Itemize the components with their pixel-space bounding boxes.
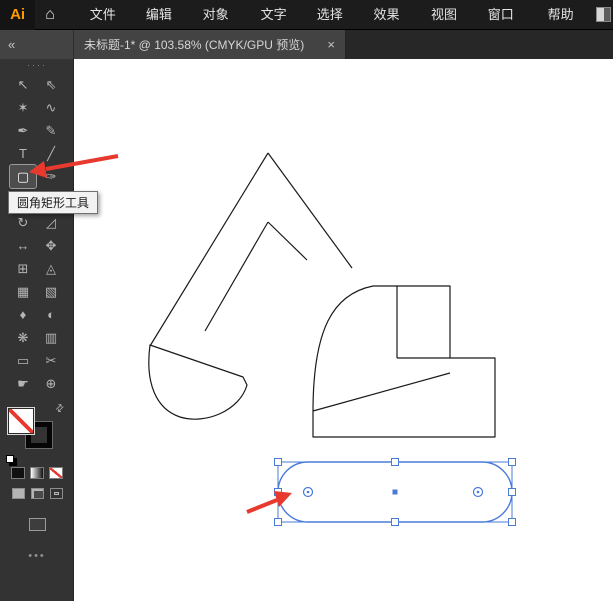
cab-body-outline (313, 286, 495, 437)
magic-wand-tool[interactable]: ✶ (10, 96, 36, 119)
collapse-panel-icon[interactable]: « (0, 30, 74, 59)
center-point[interactable] (393, 490, 398, 495)
workspace-switcher-icon[interactable] (596, 7, 611, 22)
color-button[interactable] (11, 467, 25, 479)
eyedropper-tool[interactable]: ♦ (10, 303, 36, 326)
handle-bottom-center[interactable] (392, 519, 399, 526)
slice-tool[interactable]: ✂ (38, 349, 64, 372)
tabbar: « 未标题-1* @ 103.58% (CMYK/GPU 预览) × (0, 30, 613, 59)
handle-middle-left[interactable] (275, 489, 282, 496)
toolbar-drag-handle[interactable]: ···· (0, 60, 74, 70)
handle-top-right[interactable] (509, 459, 516, 466)
rounded-rectangle-tool-tooltip: 圆角矩形工具 (8, 191, 98, 214)
tab-close-icon[interactable]: × (327, 37, 335, 52)
type-tool[interactable]: T (10, 142, 36, 165)
zoom-tool[interactable]: ⊕ (38, 372, 64, 395)
menu-item-2[interactable]: 对象(O) (194, 0, 252, 30)
gradient-button[interactable] (30, 467, 44, 479)
home-icon[interactable]: ⌂ (35, 0, 65, 30)
illustrator-window: Ai ⌂ 文件(F)编辑(E)对象(O)文字(T)选择(S)效果(C)视图(V)… (0, 0, 613, 601)
menu-item-0[interactable]: 文件(F) (81, 0, 137, 30)
lasso-tool[interactable]: ∿ (38, 96, 64, 119)
rotate-tool[interactable]: ↻ (10, 211, 36, 234)
handle-bottom-right[interactable] (509, 519, 516, 526)
menu-item-6[interactable]: 视图(V) (422, 0, 479, 30)
arm-right-line (268, 222, 307, 260)
handle-top-center[interactable] (392, 459, 399, 466)
width-tool[interactable]: ↔ (10, 234, 36, 257)
pen-tool[interactable]: ✒ (10, 119, 36, 142)
document-tab-title: 未标题-1* @ 103.58% (CMYK/GPU 预览) (84, 36, 319, 53)
menu-items: 文件(F)编辑(E)对象(O)文字(T)选择(S)效果(C)视图(V)窗口(W)… (81, 0, 596, 30)
selection-tool[interactable]: ↖ (10, 73, 36, 96)
none-button[interactable] (49, 467, 63, 479)
shape-builder-tool[interactable]: ⊞ (10, 257, 36, 280)
draw-normal-icon[interactable] (12, 488, 25, 499)
menubar: Ai ⌂ 文件(F)编辑(E)对象(O)文字(T)选择(S)效果(C)视图(V)… (0, 0, 613, 30)
app-logo[interactable]: Ai (0, 0, 35, 30)
arm-left-line (205, 222, 268, 331)
mesh-tool[interactable]: ▦ (10, 280, 36, 303)
menu-item-7[interactable]: 窗口(W) (479, 0, 539, 30)
line-segment-tool[interactable]: ╱ (38, 142, 64, 165)
curvature-tool[interactable]: ✎ (38, 119, 64, 142)
scale-tool[interactable]: ◿ (38, 211, 64, 234)
direct-selection-tool[interactable]: ⇖ (38, 73, 64, 96)
perspective-grid-tool[interactable]: ◬ (38, 257, 64, 280)
excavator-drawing[interactable] (149, 153, 495, 437)
menu-item-3[interactable]: 文字(T) (252, 0, 308, 30)
menu-item-8[interactable]: 帮助(H) (539, 0, 596, 30)
screen-mode-button[interactable] (29, 518, 46, 531)
handle-top-left[interactable] (275, 459, 282, 466)
boom-left-line (150, 153, 268, 346)
column-graph-tool[interactable]: ▥ (38, 326, 64, 349)
tools-panel: ···· ↖⇖✶∿✒✎T╱▢✑✏✧↻◿↔✥⊞◬▦▧♦◐❋▥▭✂☛⊕ ⇄ ••• (0, 59, 74, 601)
paintbrush-tool[interactable]: ✑ (38, 165, 64, 188)
free-transform-tool[interactable]: ✥ (38, 234, 64, 257)
edit-toolbar-dots[interactable]: ••• (0, 550, 74, 562)
fill-stroke-swatches: ⇄ (0, 405, 74, 463)
artboard-tool[interactable]: ▭ (10, 349, 36, 372)
fill-swatch-none[interactable] (7, 407, 35, 435)
tool-grid: ↖⇖✶∿✒✎T╱▢✑✏✧↻◿↔✥⊞◬▦▧♦◐❋▥▭✂☛⊕ (0, 73, 74, 395)
symbol-sprayer-tool[interactable]: ❋ (10, 326, 36, 349)
paint-type-buttons (0, 467, 74, 479)
corner-widget-left-dot (307, 491, 310, 494)
document-tab[interactable]: 未标题-1* @ 103.58% (CMYK/GPU 预览) × (74, 30, 346, 59)
default-fill-stroke-icon[interactable] (6, 455, 14, 463)
gradient-tool[interactable]: ▧ (38, 280, 64, 303)
draw-inside-icon[interactable] (50, 488, 63, 499)
blend-tool[interactable]: ◐ (38, 303, 64, 326)
handle-bottom-left[interactable] (275, 519, 282, 526)
boom-right-line (268, 153, 352, 268)
swap-fill-stroke-icon[interactable]: ⇄ (53, 402, 67, 416)
rectangle-tool[interactable]: ▢ (10, 165, 36, 188)
body-deck-line (313, 373, 450, 411)
drawing-mode-buttons (0, 488, 74, 499)
hand-tool[interactable]: ☛ (10, 372, 36, 395)
draw-behind-icon[interactable] (31, 488, 44, 499)
tabbar-empty-area (346, 30, 613, 59)
canvas[interactable] (74, 59, 613, 601)
handle-middle-right[interactable] (509, 489, 516, 496)
artwork-svg (74, 59, 613, 601)
bucket-shape (149, 345, 247, 419)
main-area: ···· ↖⇖✶∿✒✎T╱▢✑✏✧↻◿↔✥⊞◬▦▧♦◐❋▥▭✂☛⊕ ⇄ ••• (0, 59, 613, 601)
menu-item-1[interactable]: 编辑(E) (137, 0, 194, 30)
menu-item-5[interactable]: 效果(C) (365, 0, 422, 30)
corner-widget-right-dot (477, 491, 480, 494)
selected-rounded-rectangle[interactable] (275, 459, 516, 526)
menu-item-4[interactable]: 选择(S) (308, 0, 365, 30)
